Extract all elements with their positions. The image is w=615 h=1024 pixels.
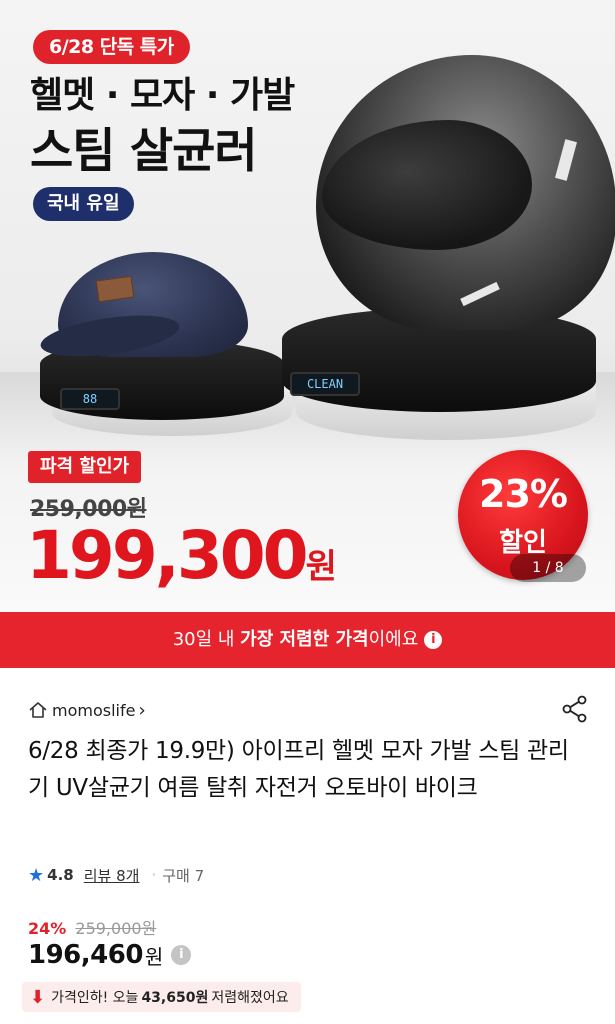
info-icon[interactable]: i [424,631,443,649]
product-title: 6/28 최종가 19.9만) 아이프리 헬멧 모자 가발 스팀 관리기 UV살… [28,738,569,801]
banner-suffix: 이에요 [368,629,419,650]
hero-subheadline: 스팀 살균러 [30,124,258,179]
price-drop-prefix: 가격인하! 오늘 [51,990,139,1006]
hero-sale-price-unit: 원 [305,547,337,587]
discount-percent: 23% [479,472,568,516]
promo-date-badge: 6/28 단독 특가 [33,30,190,64]
purchase-count: 구매 7 [162,866,205,885]
down-arrow-icon: ⬇ [30,986,46,1008]
divider: · [151,866,157,884]
helmet-device-display: CLEAN [290,372,360,396]
final-price: 196,460 [28,940,143,970]
lowest-price-banner[interactable]: 30일 내 가장 저렴한 가격이에요 i [0,612,615,668]
final-price-row: 196,460 원 i [28,940,192,970]
chevron-right-icon: › [138,699,146,721]
discount-percent: 24% [28,919,67,938]
review-link[interactable]: 리뷰 8개 [84,865,140,886]
rating-row: ★ 4.8 리뷰 8개 · 구매 7 [28,863,204,887]
carousel-page-indicator: 1 / 8 [510,554,586,582]
banner-bold-text: 가장 저렴한 가격 [240,629,369,650]
discount-row: 24% 259,000원 [28,915,156,939]
sale-price-label: 파격 할인가 [28,451,142,483]
price-info-icon[interactable]: i [171,945,192,965]
price-drop-suffix: 저렴해졌어요 [211,990,289,1006]
share-icon[interactable] [560,694,590,724]
home-icon [29,702,47,718]
final-price-unit: 원 [144,944,164,969]
price-drop-amount: 43,650원 [141,990,209,1006]
exclusive-badge: 국내 유일 [33,187,134,221]
hero-sale-price-value: 199,300 [26,517,309,594]
hero-headline: 헬멧 · 모자 · 가발 [30,75,295,116]
original-price: 259,000원 [75,919,157,938]
price-drop-notice: ⬇ 가격인하! 오늘 43,650원 저렴해졌어요 [22,982,301,1012]
hero-sale-price: 199,300원 [26,519,337,604]
rating-value: 4.8 [47,866,74,884]
cap-device-display: 88 [60,388,120,410]
store-name: momoslife [52,700,136,720]
product-image-carousel[interactable]: 6/28 단독 특가 헬멧 · 모자 · 가발 스팀 살균러 국내 유일 88 … [0,0,615,612]
star-icon: ★ [28,864,45,886]
store-link[interactable]: momoslife › [28,698,146,722]
banner-prefix: 30일 내 [172,629,241,650]
